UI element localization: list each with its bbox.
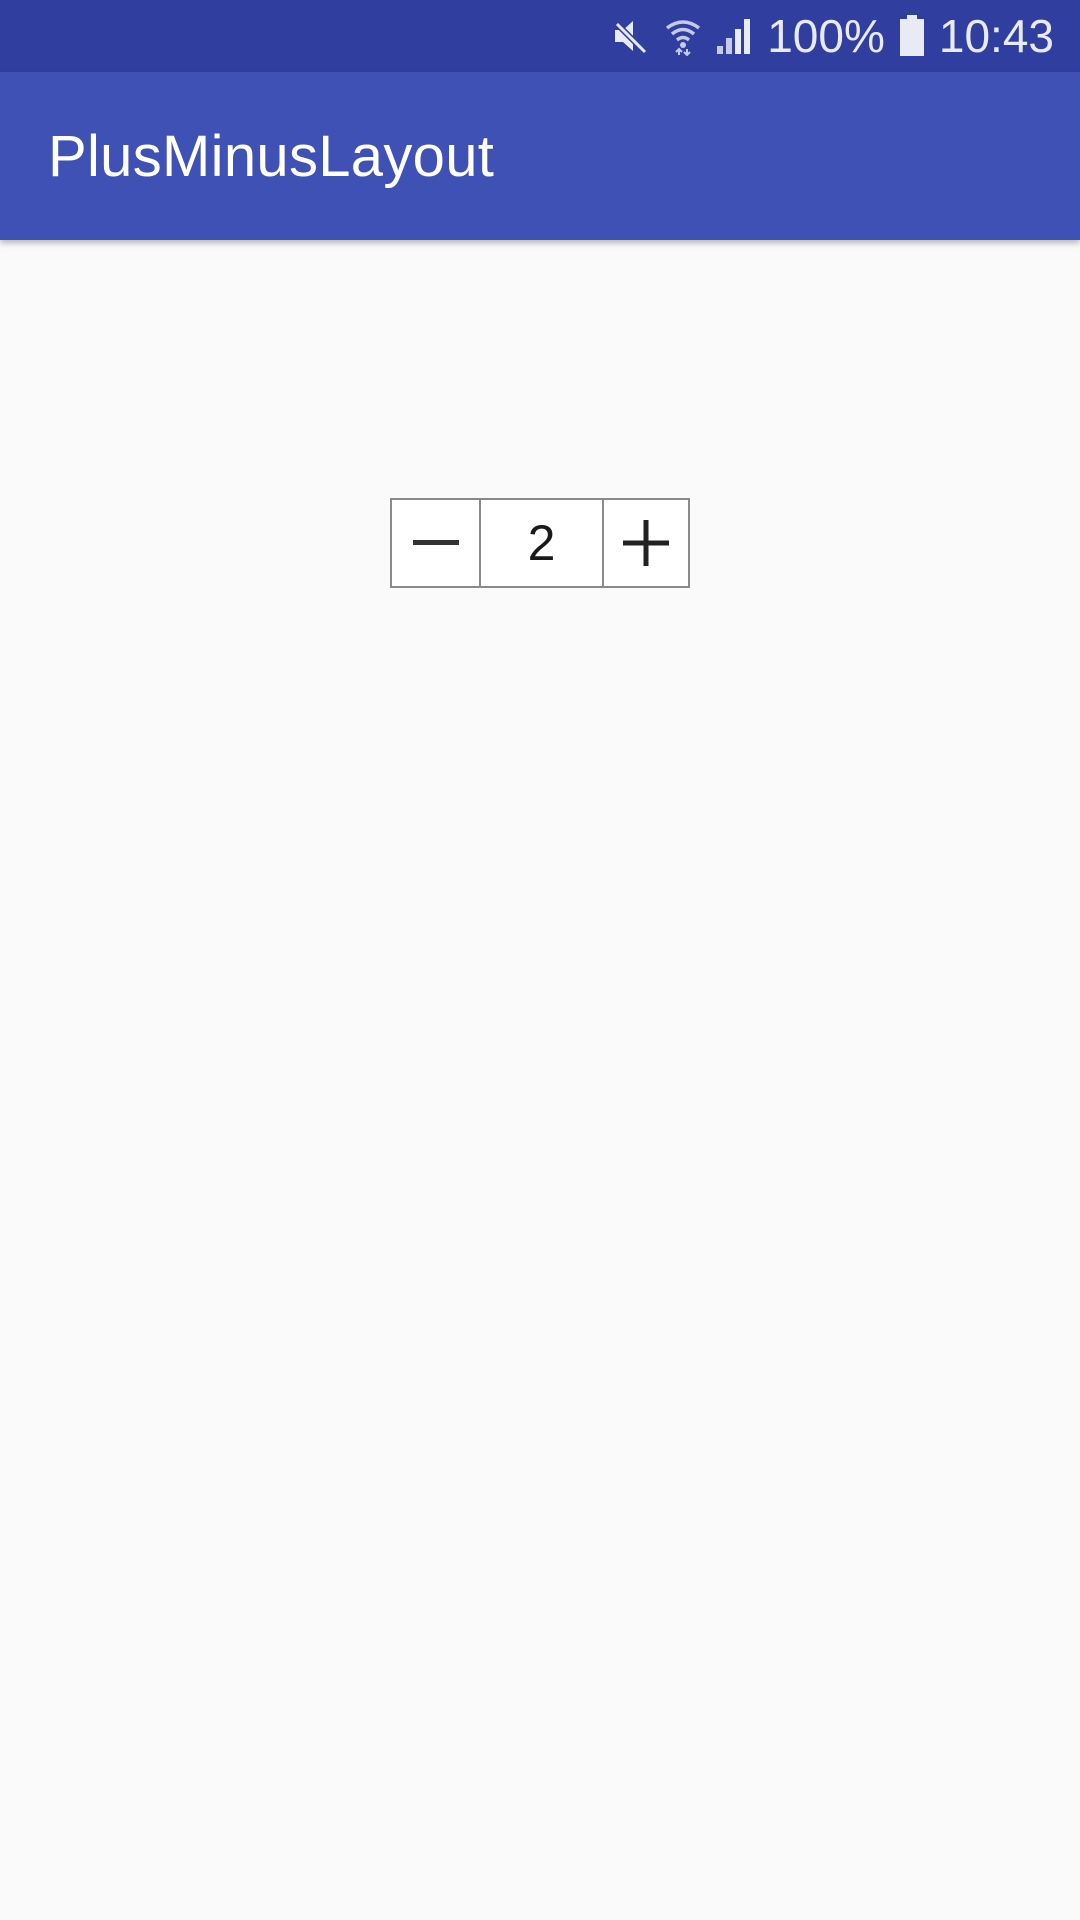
wifi-icon: [665, 16, 701, 56]
app-bar: PlusMinusLayout: [0, 72, 1080, 240]
quantity-value: 2: [479, 498, 602, 588]
minus-icon: [412, 540, 459, 545]
minus-button[interactable]: [390, 498, 479, 588]
app-title: PlusMinusLayout: [48, 123, 495, 189]
plus-icon: [623, 520, 669, 566]
battery-icon: [899, 15, 925, 57]
status-bar: 100% 10:43: [0, 0, 1080, 72]
mute-icon: [611, 16, 651, 56]
battery-percentage: 100%: [767, 10, 885, 62]
plus-button[interactable]: [602, 498, 690, 588]
status-time: 10:43: [938, 10, 1054, 62]
signal-icon: [715, 16, 753, 56]
plus-minus-stepper: 2: [390, 498, 690, 588]
